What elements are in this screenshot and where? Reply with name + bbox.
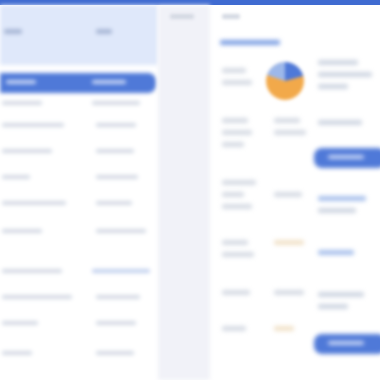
detail-item (222, 180, 256, 185)
secondary-action-label (328, 341, 364, 345)
detail-item (222, 252, 254, 257)
list-item[interactable] (2, 101, 42, 105)
summary-line (318, 84, 348, 89)
detail-item (222, 142, 244, 147)
selected-item-label (6, 80, 36, 84)
detail-item (222, 290, 250, 295)
detail-item (222, 130, 252, 135)
summary-line (318, 208, 356, 213)
detail-item (274, 118, 300, 123)
detail-item (274, 130, 306, 135)
list-item[interactable] (2, 295, 72, 299)
list-item-value (96, 229, 146, 233)
detail-item (222, 118, 248, 123)
summary-line (318, 196, 366, 201)
detail-item (274, 240, 304, 245)
detail-item (274, 192, 302, 197)
list-item[interactable] (2, 123, 64, 127)
primary-action-button[interactable] (314, 148, 380, 168)
pie-chart (266, 62, 304, 100)
list-item[interactable] (2, 321, 38, 325)
list-item[interactable] (2, 149, 52, 153)
detail-item (222, 68, 246, 73)
list-item-value (96, 201, 132, 205)
detail-item (222, 326, 246, 331)
panel-divider (158, 5, 210, 380)
summary-line (318, 250, 354, 255)
summary-line (318, 72, 372, 77)
list-item[interactable] (2, 201, 66, 205)
list-item-value (96, 175, 138, 179)
summary-line (318, 120, 362, 125)
list-item-value (96, 321, 136, 325)
list-item[interactable] (2, 269, 62, 273)
list-item-value (96, 123, 136, 127)
list-item[interactable] (2, 175, 30, 179)
left-list-panel (0, 5, 158, 380)
tab-primary[interactable] (170, 14, 194, 19)
detail-item (222, 204, 252, 209)
tab-secondary[interactable] (222, 14, 240, 19)
secondary-action-button[interactable] (314, 334, 380, 354)
detail-item (222, 192, 244, 197)
detail-item (222, 80, 252, 85)
list-item-value (96, 351, 134, 355)
selected-item-value (92, 80, 126, 84)
header-label (4, 29, 22, 34)
list-item-value (92, 269, 150, 273)
summary-column (312, 30, 380, 380)
list-item-value (96, 295, 140, 299)
section-heading (220, 40, 280, 45)
summary-line (318, 304, 348, 309)
list-item-value (92, 101, 140, 105)
summary-line (318, 60, 358, 65)
list-item-value (96, 149, 134, 153)
left-panel-header (0, 5, 158, 65)
list-item[interactable] (2, 351, 32, 355)
header-label-secondary (96, 29, 112, 34)
list-item[interactable] (2, 229, 42, 233)
selected-list-item[interactable] (0, 73, 156, 93)
detail-item (222, 240, 248, 245)
detail-item (274, 326, 294, 331)
detail-item (274, 290, 304, 295)
primary-action-label (328, 155, 364, 159)
summary-line (318, 292, 364, 297)
